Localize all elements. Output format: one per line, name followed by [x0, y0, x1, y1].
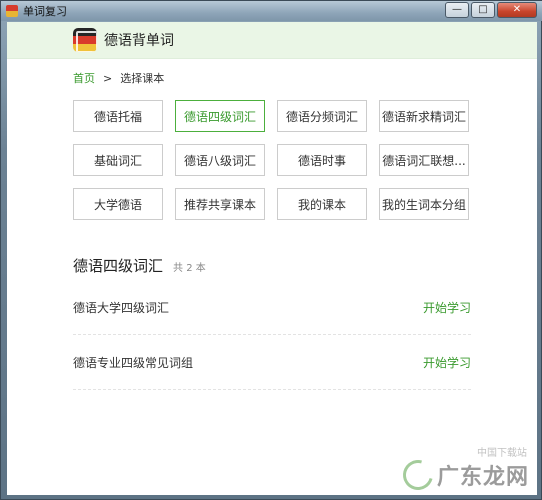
section-title: 德语四级词汇 — [73, 257, 164, 275]
minimize-button[interactable]: — — [445, 2, 469, 18]
title-bar[interactable]: 单词复习 — □ ✕ — [1, 1, 542, 21]
app-title: 德语背单词 — [104, 33, 174, 49]
section-count: 共 2 本 — [173, 263, 206, 274]
course-list: 德语大学四级词汇 开始学习 德语专业四级常见词组 开始学习 — [73, 280, 471, 390]
textbook-tile[interactable]: 德语八级词汇 — [175, 144, 265, 176]
start-learning-link[interactable]: 开始学习 — [423, 299, 471, 316]
course-name: 德语大学四级词汇 — [73, 300, 170, 315]
breadcrumb-current: 选择课本 — [120, 72, 165, 85]
close-button[interactable]: ✕ — [497, 2, 537, 18]
window-title: 单词复习 — [23, 5, 67, 18]
textbook-tile[interactable]: 德语托福 — [73, 100, 163, 132]
textbook-tile[interactable]: 我的课本 — [277, 188, 367, 220]
client-area: 德语背单词 首页 > 选择课本 德语托福 德语四级词汇 德语分频词汇 德语新求精… — [7, 22, 537, 496]
watermark-logo-icon — [397, 454, 439, 496]
textbook-tile[interactable]: 基础词汇 — [73, 144, 163, 176]
textbook-tile[interactable]: 德语分频词汇 — [277, 100, 367, 132]
list-item: 德语大学四级词汇 开始学习 — [73, 280, 471, 335]
textbook-tile[interactable]: 德语新求精词汇 — [379, 100, 469, 132]
window-controls: — □ ✕ — [445, 2, 537, 18]
textbook-tile[interactable]: 德语时事 — [277, 144, 367, 176]
app-small-icon — [6, 5, 18, 17]
textbook-tile[interactable]: 大学德语 — [73, 188, 163, 220]
breadcrumb-separator: > — [103, 71, 113, 85]
course-name: 德语专业四级常见词组 — [73, 355, 194, 370]
maximize-button[interactable]: □ — [471, 2, 495, 18]
app-header: 德语背单词 — [7, 22, 537, 59]
textbook-tile[interactable]: 我的生词本分组 — [379, 188, 469, 220]
textbook-tile[interactable]: 德语词汇联想... — [379, 144, 469, 176]
textbook-grid: 德语托福 德语四级词汇 德语分频词汇 德语新求精词汇 基础词汇 德语八级词汇 德… — [73, 100, 471, 220]
breadcrumb-home-link[interactable]: 首页 — [73, 70, 95, 86]
section-header: 德语四级词汇 共 2 本 — [73, 255, 206, 276]
app-logo-icon — [73, 28, 97, 52]
list-item: 德语专业四级常见词组 开始学习 — [73, 335, 471, 390]
start-learning-link[interactable]: 开始学习 — [423, 354, 471, 371]
window-frame: 单词复习 — □ ✕ 德语背单词 首页 > 选择课本 德语托福 德语四级词汇 德… — [0, 0, 542, 500]
watermark-text: 广东龙网 — [436, 465, 529, 490]
textbook-tile[interactable]: 德语四级词汇 — [175, 100, 265, 132]
watermark-subtext: 中国下载站 — [477, 448, 527, 459]
textbook-tile[interactable]: 推荐共享课本 — [175, 188, 265, 220]
watermark: 广东龙网 — [397, 454, 529, 496]
breadcrumb: 首页 > 选择课本 — [73, 70, 164, 86]
